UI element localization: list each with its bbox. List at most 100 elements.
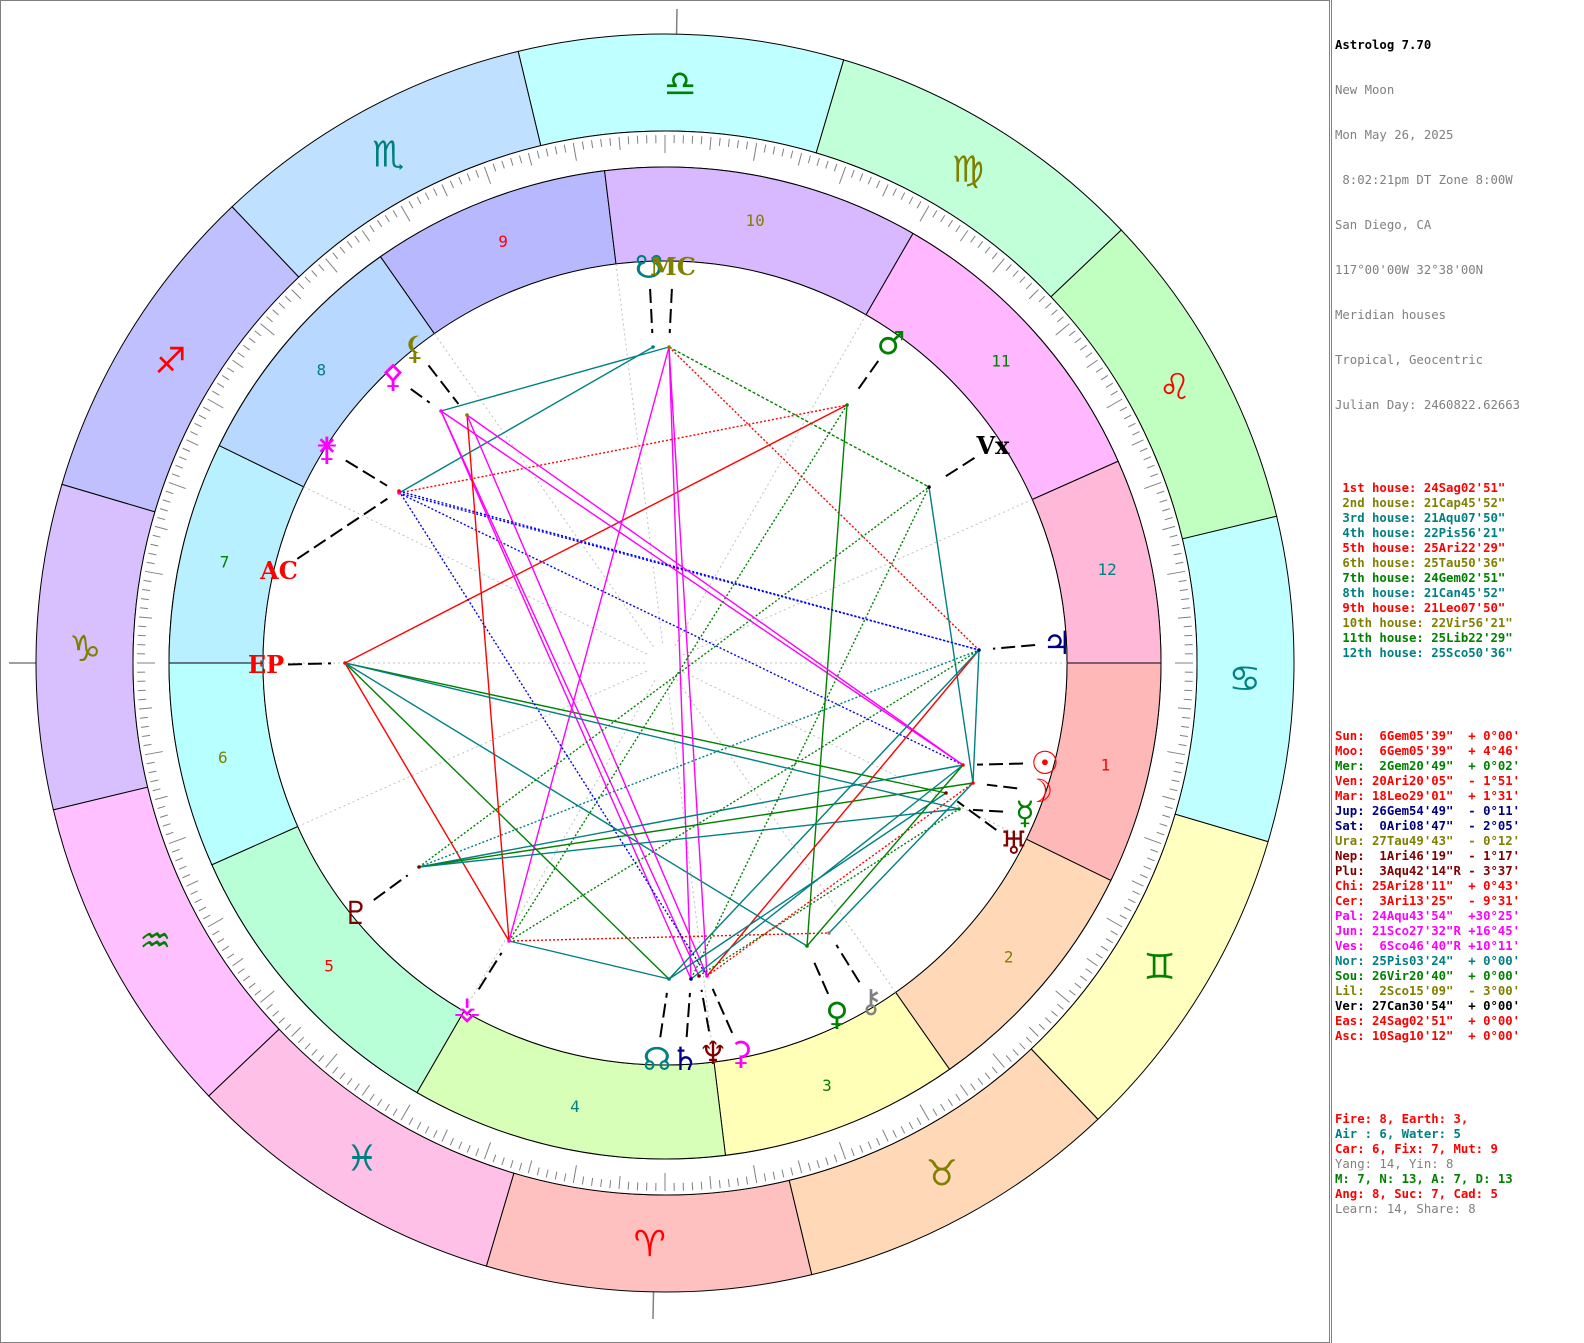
pluto-marker	[417, 865, 421, 869]
planet-position-line: Plu: 3Aqu42'14"R - 3°37'	[1335, 864, 1521, 878]
lilith-marker	[465, 413, 469, 417]
sign-glyph-aquarius-icon: ♒	[139, 921, 171, 962]
uranus-icon: ♅	[1000, 824, 1029, 862]
house-number-label: 8	[316, 360, 326, 379]
ceres-icon: ⚳	[729, 1034, 752, 1072]
saturn-marker	[689, 977, 693, 981]
vesta-icon: ⚶	[453, 989, 480, 1027]
sign-glyph-aries-icon: ♈	[634, 1224, 666, 1265]
ascendant-marker	[397, 489, 401, 493]
sign-glyph-leo-icon: ♌	[1159, 367, 1191, 408]
chiron-marker	[827, 931, 831, 935]
sign-glyph-scorpio-icon: ♏	[372, 134, 404, 175]
info-panel: Astrolog 7.70 New Moon Mon May 26, 2025 …	[1331, 0, 1584, 1343]
element-stats-list: Fire: 8, Earth: 3, Air : 6, Water: 5 Car: …	[1335, 1112, 1584, 1217]
north-node-marker	[667, 977, 671, 981]
zodiac-type: Tropical, Geocentric	[1335, 353, 1484, 367]
degree-tick	[1183, 625, 1192, 628]
house-cusp-line: 2nd house: 21Cap45'52"	[1335, 496, 1506, 510]
midheaven-icon: MC	[650, 252, 696, 281]
sign-glyph-libra-icon: ♎	[664, 64, 696, 105]
degree-tick	[627, 136, 630, 145]
stat-line: Air : 6, Water: 5	[1335, 1127, 1461, 1141]
jupiter-marker	[977, 648, 981, 652]
house-number-label: 12	[1097, 560, 1116, 579]
house-cusp-line: 1st house: 24Sag02'51"	[1335, 481, 1506, 495]
mercury-marker	[957, 807, 961, 811]
jupiter-icon: ♃	[1043, 624, 1072, 662]
lilith-icon: ⚸	[403, 329, 426, 367]
planet-position-line: Mar: 18Leo29'01" + 1°31'	[1335, 789, 1521, 803]
house-cusp-line: 10th house: 22Vir56'21"	[1335, 616, 1513, 630]
chart-date: Mon May 26, 2025	[1335, 128, 1454, 142]
chart-name: New Moon	[1335, 83, 1395, 97]
neptune-icon: ♆	[699, 1034, 728, 1072]
degree-tick	[1183, 698, 1192, 701]
venus-icon: ♀	[825, 995, 848, 1033]
julian-day: Julian Day: 2460822.62663	[1335, 398, 1521, 412]
house-cusp-line: 9th house: 21Leo07'50"	[1335, 601, 1506, 615]
chart-coords: 117°00'00W 32°38'00N	[1335, 263, 1484, 277]
planet-position-line: Chi: 25Ari28'11" + 0°43'	[1335, 879, 1521, 893]
house-number-label: 7	[220, 552, 230, 571]
uranus-marker	[944, 791, 948, 795]
house-cusp-line: 7th house: 24Gem02'51"	[1335, 571, 1506, 585]
mars-marker	[845, 403, 849, 407]
chart-place: San Diego, CA	[1335, 218, 1432, 232]
house-number-label: 9	[498, 232, 508, 251]
house-number-label: 3	[822, 1076, 832, 1095]
pallas-marker	[439, 409, 443, 413]
sign-glyph-cancer-icon: ♋	[1229, 659, 1261, 700]
house-cusp-line: 8th house: 21Can45'52"	[1335, 586, 1506, 600]
house-number-label: 10	[745, 211, 764, 230]
south-node-marker	[651, 345, 655, 349]
house-number-label: 11	[991, 352, 1010, 371]
stat-line: Car: 6, Fix: 7, Mut: 9	[1335, 1142, 1498, 1156]
planet-position-line: Mer: 2Gem20'49" + 0°02'	[1335, 759, 1521, 773]
chart-time: 8:02:21pm DT Zone 8:00W	[1335, 173, 1513, 187]
mars-icon: ♂	[877, 324, 906, 362]
house-number-label: 6	[218, 748, 228, 767]
degree-tick	[627, 1181, 630, 1190]
house-number-label: 4	[570, 1097, 580, 1116]
neptune-marker	[697, 974, 701, 978]
north-node-icon: ☊	[643, 1040, 671, 1078]
sign-glyph-taurus-icon: ♉	[926, 1154, 958, 1195]
planet-position-line: Cer: 3Ari13'25" - 9°31'	[1335, 894, 1521, 908]
east-point-marker	[343, 661, 347, 665]
planet-position-line: Nor: 25Pis03'24" + 0°00'	[1335, 954, 1521, 968]
sun-marker	[961, 763, 965, 767]
planet-position-line: Nep: 1Ari46'19" - 1°17'	[1335, 849, 1521, 863]
sign-glyph-gemini-icon: ♊	[1143, 947, 1175, 988]
degree-tick	[700, 1181, 703, 1190]
house-system: Meridian houses	[1335, 308, 1447, 322]
planet-position-line: Asc: 10Sag10'12" + 0°00'	[1335, 1029, 1521, 1043]
pluto-icon: ♇	[342, 894, 371, 932]
vertex-marker	[927, 485, 931, 489]
vesta-marker	[507, 939, 511, 943]
planet-position-list: Sun: 6Gem05'39" + 0°00' Moo: 6Gem05'39" +…	[1335, 729, 1584, 1044]
vertex-icon: Vx	[976, 431, 1011, 460]
pallas-icon: ⚴	[381, 357, 404, 395]
planet-position-line: Jun: 21Sco27'32"R +16°45'	[1335, 924, 1521, 938]
degree-tick	[138, 698, 147, 701]
stat-line: Fire: 8, Earth: 3,	[1335, 1112, 1469, 1126]
planet-position-line: Sun: 6Gem05'39" + 0°00'	[1335, 729, 1521, 743]
house-cusp-line: 6th house: 25Tau50'36"	[1335, 556, 1506, 570]
juno-icon: ⚵	[315, 430, 338, 468]
stat-line: Ang: 8, Suc: 7, Cad: 5	[1335, 1187, 1498, 1201]
stat-line: M: 7, N: 13, A: 7, D: 13	[1335, 1172, 1513, 1186]
house-cusp-list: 1st house: 24Sag02'51" 2nd house: 21Cap4…	[1335, 481, 1584, 661]
app-title: Astrolog 7.70	[1335, 38, 1432, 52]
house-number-label: 1	[1101, 756, 1111, 775]
ceres-marker	[705, 974, 709, 978]
midheaven-marker	[667, 345, 671, 349]
planet-position-line: Jup: 26Gem54'49" - 0°11'	[1335, 804, 1521, 818]
degree-tick	[138, 625, 147, 628]
chart-wheel: ♈♉♊♋♌♍♎♏♐♑♒♓123456789101112☉☽☿♀♂♃♄♅♆♇⚷⚳⚴…	[9, 8, 1295, 1320]
chiron-icon: ⚷	[859, 982, 882, 1020]
house-number-label: 2	[1004, 948, 1014, 967]
house-cusp-line: 4th house: 22Pis56'21"	[1335, 526, 1506, 540]
chart-wheel-frame: ♈ ♉ ♊ ♋ ♌ ♍ ♎ ♏ ♐ ♑ ♒ ♓ 1 2 3 4 5 6 7 8 9 10 11 12 ☉ ☽ ☿ ♀ ♂ ♃ ♄ ♅ ♆ ♇ ⚷ ⚳ ⚴…	[0, 0, 1330, 1343]
east-point-icon: EP	[248, 650, 284, 679]
